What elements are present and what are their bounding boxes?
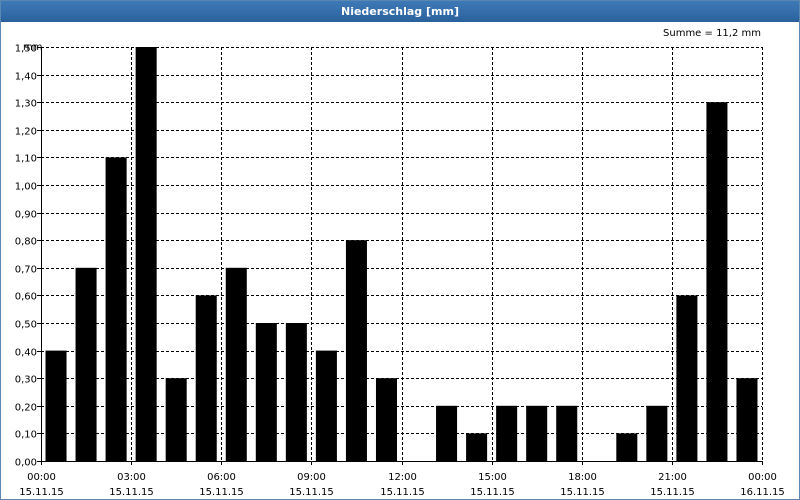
y-tick-label: 0,10 [15,430,37,441]
x-tick-date-label: 16.11.15 [740,487,785,498]
y-tick-label: 0,90 [15,210,37,221]
y-tick-label: 0,30 [15,375,37,386]
x-tick-date-label: 15.11.15 [650,487,695,498]
bar [345,240,367,461]
x-tick-time-label: 00:00 [748,472,777,483]
x-tick-date-label: 15.11.15 [289,487,334,498]
y-tick-label: 0,60 [15,292,37,303]
bar [706,102,728,461]
bar [466,433,488,461]
x-tick-date-label: 15.11.15 [19,487,64,498]
bar [45,350,67,461]
bar [616,433,638,461]
x-tick-time-label: 21:00 [658,472,687,483]
x-tick-date-label: 15.11.15 [199,487,244,498]
y-tick-label: 1,10 [15,154,37,165]
y-tick-label: 1,30 [15,99,37,110]
y-tick-label: 1,50 [15,44,37,55]
x-tick-time-label: 06:00 [207,472,236,483]
x-tick-date-label: 15.11.15 [470,487,515,498]
bar [315,350,337,461]
x-tick-time-label: 09:00 [297,472,326,483]
x-tick-date-label: 15.11.15 [109,487,154,498]
x-tick-time-label: 00:00 [27,472,56,483]
precipitation-chart: mm Summe = 11,2 mm 0,000,100,200,300,400… [15,28,785,498]
bar [135,47,157,461]
y-tick-label: 0,50 [15,320,37,331]
bar [255,323,277,461]
y-tick-label: 0,20 [15,403,37,414]
x-tick-time-label: 15:00 [478,472,507,483]
bar [436,405,458,461]
bar [526,405,548,461]
bar [646,405,668,461]
y-tick-label: 0,80 [15,237,37,248]
x-tick-time-label: 18:00 [568,472,597,483]
bar [285,323,307,461]
bar [375,378,397,461]
y-tick-label: 1,20 [15,127,37,138]
y-tick-label: 1,00 [15,182,37,193]
y-tick-label: 0,00 [15,458,37,469]
bar [75,267,97,461]
y-tick-label: 1,40 [15,72,37,83]
y-tick-label: 0,40 [15,348,37,359]
bar [105,157,127,461]
bar [556,405,578,461]
bar [165,378,187,461]
bar [225,267,247,461]
x-tick-time-label: 03:00 [117,472,146,483]
bar [736,378,758,461]
x-tick-date-label: 15.11.15 [380,487,425,498]
y-tick-label: 0,70 [15,265,37,276]
bar [496,405,518,461]
x-tick-date-label: 15.11.15 [560,487,605,498]
bar [195,295,217,461]
sum-annotation: Summe = 11,2 mm [663,28,761,39]
x-tick-time-label: 12:00 [388,472,417,483]
bar [676,295,698,461]
